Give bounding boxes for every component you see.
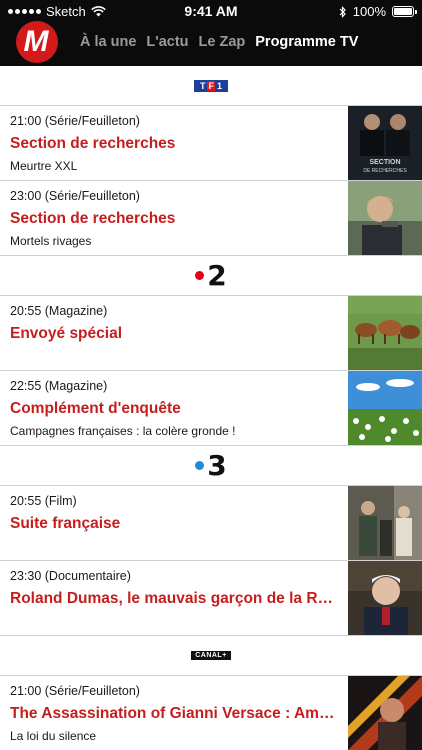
tf1-logo: TF1 — [194, 79, 228, 92]
tab-programme-tv[interactable]: Programme TV — [255, 34, 358, 50]
program-row[interactable]: 20:55 (Magazine) Envoyé spécial — [0, 296, 422, 371]
battery-icon — [392, 6, 417, 17]
app-header: Sketch 9:41 AM 100% M À la une L'actu Le… — [0, 0, 422, 66]
france3-logo: 3 — [195, 449, 227, 482]
channel-header-france2: 2 — [0, 256, 422, 296]
channel-header-canal-plus: CANAL+ — [0, 636, 422, 676]
france2-dot — [195, 271, 205, 280]
tab-a-la-une[interactable]: À la une — [80, 34, 136, 50]
bluetooth-icon — [339, 5, 346, 18]
france2-logo: 2 — [195, 259, 227, 292]
tab-l-actu[interactable]: L'actu — [146, 34, 188, 50]
program-title[interactable]: The Assassination of Gianni Versace : Am… — [10, 705, 340, 723]
program-subtitle: La loi du silence — [10, 729, 97, 743]
program-row[interactable]: 21:00 (Série/Feuilleton) The Assassinati… — [0, 676, 422, 750]
program-title[interactable]: Envoyé spécial — [10, 325, 340, 343]
status-right: 100% — [339, 4, 417, 19]
france3-dot — [195, 461, 205, 470]
program-time: 21:00 (Série/Feuilleton) — [10, 114, 140, 128]
program-time: 23:00 (Série/Feuilleton) — [10, 189, 140, 203]
status-bar: Sketch 9:41 AM 100% — [0, 0, 422, 22]
cows-in-field-photo — [348, 296, 422, 370]
main-nav: À la une L'actu Le Zap Programme TV — [80, 34, 358, 50]
program-row[interactable]: 21:00 (Série/Feuilleton) Section de rech… — [0, 106, 422, 181]
man-with-gun-photo — [348, 181, 422, 255]
svg-text:DE RECHERCHES: DE RECHERCHES — [363, 168, 407, 174]
france3-number: 3 — [207, 449, 227, 482]
program-title[interactable]: Roland Dumas, le mauvais garçon de la Ré… — [10, 590, 340, 608]
older-man-portrait — [348, 561, 422, 635]
channel-header-france3: 3 — [0, 446, 422, 486]
program-title[interactable]: Suite française — [10, 515, 340, 533]
tab-le-zap[interactable]: Le Zap — [199, 34, 246, 50]
program-time: 20:55 (Film) — [10, 494, 77, 508]
program-time: 22:55 (Magazine) — [10, 379, 108, 393]
channel-header-tf1: TF1 — [0, 66, 422, 106]
program-subtitle: Mortels rivages — [10, 234, 92, 248]
program-title[interactable]: Section de recherches — [10, 135, 340, 153]
program-subtitle: Meurtre XXL — [10, 159, 78, 173]
france2-number: 2 — [207, 259, 227, 292]
canal-plus-logo: CANAL+ — [191, 651, 231, 660]
program-subtitle: Campagnes françaises : la colère gronde … — [10, 424, 236, 438]
program-time: 20:55 (Magazine) — [10, 304, 108, 318]
tv-guide: TF1 21:00 (Série/Feuilleton) Section de … — [0, 66, 422, 750]
svg-text:SECTION: SECTION — [369, 159, 400, 166]
section-de-recherches-poster: SECTION DE RECHERCHES — [348, 106, 422, 180]
daisy-field-photo — [348, 371, 422, 445]
logo-letter: M — [23, 25, 49, 58]
program-row[interactable]: 20:55 (Film) Suite française — [0, 486, 422, 561]
app-logo[interactable]: M — [16, 21, 58, 63]
film-still-photo — [348, 486, 422, 560]
program-title[interactable]: Complément d'enquête — [10, 400, 340, 418]
program-row[interactable]: 22:55 (Magazine) Complément d'enquête Ca… — [0, 371, 422, 446]
battery-percent: 100% — [352, 4, 386, 19]
program-row[interactable]: 23:00 (Série/Feuilleton) Section de rech… — [0, 181, 422, 256]
program-row[interactable]: 23:30 (Documentaire) Roland Dumas, le ma… — [0, 561, 422, 636]
program-time: 21:00 (Série/Feuilleton) — [10, 684, 140, 698]
program-title[interactable]: Section de recherches — [10, 210, 340, 228]
program-time: 23:30 (Documentaire) — [10, 569, 131, 583]
versace-poster — [348, 676, 422, 750]
